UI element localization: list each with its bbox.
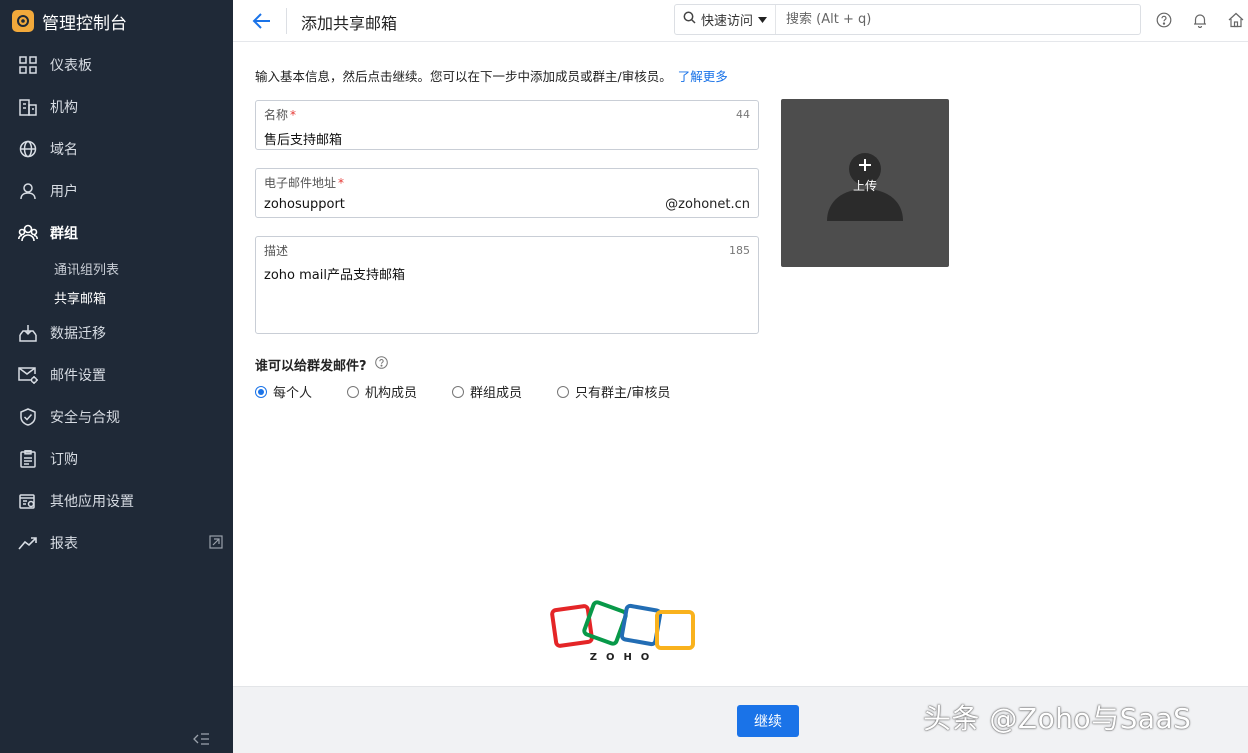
collapse-sidebar-icon[interactable] [192,731,210,747]
search-icon [683,11,696,28]
sidebar-item-label: 机构 [50,100,78,116]
sidebar-item-label: 邮件设置 [50,368,106,384]
description-input-value[interactable]: zoho mail产品支持邮箱 [264,264,405,283]
sidebar-subitem-label: 共享邮箱 [54,292,107,307]
radio-button[interactable] [255,385,267,398]
sidebar-item-domains[interactable]: 域名 [0,128,233,170]
zoho-logo: ZOHO [550,600,698,666]
bell-icon[interactable] [1192,12,1208,29]
footer-bar: 继续 头条 @Zoho与SaaS [233,686,1248,753]
organization-icon [18,97,38,117]
brand[interactable]: 管理控制台 [0,0,233,42]
email-field[interactable]: 电子邮件地址 * zohosupport @zohonet.cn [255,168,759,218]
sidebar: 管理控制台 仪表板 机构 域名 用户 群组 通讯组列表 共享邮箱 数据迁移 邮件… [0,0,233,753]
external-link-icon[interactable] [209,535,223,549]
group-icon [18,223,38,243]
caret-down-icon [758,12,768,27]
user-icon [18,181,38,201]
dashboard-icon [18,55,38,75]
radio-owners-moderators[interactable]: 只有群主/审核员 [557,382,670,401]
intro-text: 输入基本信息，然后点击继续。您可以在下一步中添加成员或群主/审核员。 [255,69,672,84]
search-bar: 快速访问 [674,4,1141,35]
sidebar-item-mail-settings[interactable]: 邮件设置 [0,354,233,396]
help-icon[interactable] [1156,12,1172,28]
sidebar-item-label: 仪表板 [50,58,92,74]
name-label-text: 名称 [264,108,289,122]
quick-access-dropdown[interactable]: 快速访问 [675,5,777,34]
description-field[interactable]: 描述 185 zoho mail产品支持邮箱 [255,236,759,334]
email-input-value[interactable]: zohosupport [264,197,345,212]
name-field-label: 名称 * [264,106,296,123]
who-can-send-label: 谁可以给群发邮件? [255,359,367,374]
radio-button[interactable] [347,385,359,398]
sidebar-item-label: 安全与合规 [50,410,120,426]
sidebar-subitem-shared-mailbox[interactable]: 共享邮箱 [0,283,233,312]
sidebar-item-other-apps[interactable]: 其他应用设置 [0,480,233,522]
email-label-text: 电子邮件地址 [264,176,337,190]
name-char-counter: 44 [736,108,750,121]
learn-more-link[interactable]: 了解更多 [678,69,728,84]
radio-button[interactable] [557,385,569,398]
home-icon[interactable] [1228,12,1244,28]
description-label: 描述 [264,244,289,258]
description-char-counter: 185 [729,244,750,257]
radio-label: 每个人 [273,386,313,401]
sidebar-item-security[interactable]: 安全与合规 [0,396,233,438]
sidebar-item-subscription[interactable]: 订购 [0,438,233,480]
email-field-label: 电子邮件地址 * [264,174,344,191]
sidebar-item-label: 其他应用设置 [50,494,134,510]
upload-label: 上传 [852,179,877,193]
quick-access-label: 快速访问 [701,14,754,29]
shield-icon [18,407,38,427]
sidebar-item-label: 用户 [50,184,78,200]
intro-text-row: 输入基本信息，然后点击继续。您可以在下一步中添加成员或群主/审核员。 了解更多 [255,66,728,85]
radio-button[interactable] [452,385,464,398]
sidebar-item-label: 报表 [50,536,78,552]
sidebar-item-label: 域名 [50,142,78,158]
sidebar-subitem-label: 通讯组列表 [54,263,120,278]
radio-label: 群组成员 [470,386,523,401]
email-domain-suffix: @zohonet.cn [665,197,750,212]
search-input[interactable] [776,5,1140,34]
name-input-value[interactable]: 售后支持邮箱 [264,129,342,148]
sidebar-nav: 仪表板 机构 域名 用户 群组 通讯组列表 共享邮箱 数据迁移 邮件设置 安全与… [0,44,233,564]
sidebar-item-data-migration[interactable]: 数据迁移 [0,312,233,354]
sidebar-subitem-distribution-lists[interactable]: 通讯组列表 [0,254,233,283]
help-circle-icon[interactable] [374,356,388,373]
sidebar-item-groups[interactable]: 群组 [0,212,233,254]
zoho-logo-text: ZOHO [589,652,659,663]
continue-button[interactable]: 继续 [737,705,799,737]
migration-icon [18,323,38,343]
radio-org-members[interactable]: 机构成员 [347,382,452,401]
globe-icon [18,139,38,159]
required-asterisk: * [290,108,297,122]
who-can-send-heading: 谁可以给群发邮件? [255,355,388,374]
header-divider [286,8,287,34]
apps-settings-icon [18,491,38,511]
name-field[interactable]: 名称 * 44 售后支持邮箱 [255,100,759,150]
back-arrow-icon[interactable] [251,10,273,32]
sidebar-item-organization[interactable]: 机构 [0,86,233,128]
admin-console-logo-icon [12,10,34,32]
sidebar-item-reports[interactable]: 报表 [0,522,233,564]
sidebar-item-dashboard[interactable]: 仪表板 [0,44,233,86]
radio-label: 只有群主/审核员 [575,386,671,401]
sidebar-item-label: 群组 [50,226,78,242]
page-title: 添加共享邮箱 [301,14,398,33]
upload-avatar-button[interactable]: 上传 [781,99,949,267]
app-title: 管理控制台 [42,13,127,34]
sidebar-item-users[interactable]: 用户 [0,170,233,212]
radio-everyone[interactable]: 每个人 [255,382,347,401]
sidebar-item-label: 数据迁移 [50,326,106,342]
mail-settings-icon [18,365,38,385]
watermark-text: 头条 @Zoho与SaaS [923,702,1192,735]
reports-icon [18,533,38,553]
sidebar-item-label: 订购 [50,452,78,468]
radio-group-members[interactable]: 群组成员 [452,382,557,401]
subscription-icon [18,449,38,469]
top-header: 添加共享邮箱 快速访问 [233,0,1248,42]
sender-permission-radios: 每个人 机构成员 群组成员 只有群主/审核员 [255,382,670,401]
required-asterisk: * [338,176,345,190]
radio-label: 机构成员 [365,386,418,401]
